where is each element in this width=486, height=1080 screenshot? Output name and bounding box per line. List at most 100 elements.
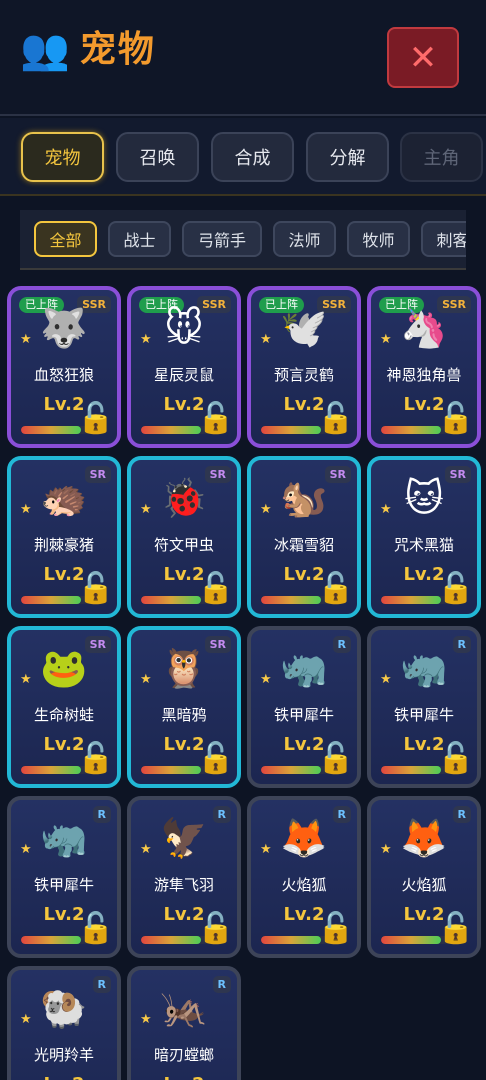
- unlock-icon[interactable]: 🔓: [317, 402, 354, 436]
- level-progress-fill: [141, 936, 202, 944]
- filter-priest[interactable]: 牧师: [347, 221, 410, 257]
- pet-card[interactable]: SR 🐸 ★ 生命树蛙 Lv.2 🔓: [7, 626, 121, 788]
- pet-name: 黑暗鸦: [161, 706, 207, 724]
- star-icon: ★: [380, 842, 392, 857]
- level-progress-fill: [261, 936, 322, 944]
- star-icon: ★: [260, 502, 272, 517]
- unlock-icon[interactable]: 🔓: [437, 402, 474, 436]
- unlock-icon[interactable]: 🔓: [77, 402, 114, 436]
- pet-level: Lv.2: [11, 1074, 117, 1080]
- filter-assassin[interactable]: 刺客: [421, 221, 466, 257]
- pet-card[interactable]: R🐏★光明羚羊Lv.2🔓: [7, 966, 121, 1080]
- pet-card[interactable]: 已上阵 SSR 🕊️ ★ 预言灵鹤 Lv.2 🔓: [247, 286, 361, 448]
- class-filter-bar: 全部 战士 弓箭手 法师 牧师 刺客: [20, 210, 466, 270]
- unlock-icon[interactable]: 🔓: [77, 912, 114, 946]
- pet-card[interactable]: R 🦏 ★ 铁甲犀牛 Lv.2 🔓: [367, 626, 481, 788]
- pet-card[interactable]: R 🦏 ★ 铁甲犀牛 Lv.2 🔓: [247, 626, 361, 788]
- level-progress-fill: [21, 596, 82, 604]
- close-button[interactable]: ✕: [387, 27, 459, 88]
- pet-name: 咒术黑猫: [393, 536, 454, 554]
- star-icon: ★: [260, 672, 272, 687]
- unlock-icon[interactable]: 🔓: [437, 572, 474, 606]
- star-icon: ★: [20, 332, 32, 347]
- filter-mage[interactable]: 法师: [273, 221, 336, 257]
- star-icon: ★: [20, 502, 32, 517]
- star-icon: ★: [140, 842, 152, 857]
- page-title: 👥 宠物: [20, 28, 156, 72]
- pet-card[interactable]: SR 🦔 ★ 荆棘豪猪 Lv.2 🔓: [7, 456, 121, 618]
- tab-pets[interactable]: 宠物: [21, 132, 104, 182]
- unlock-icon[interactable]: 🔓: [197, 912, 234, 946]
- pet-card[interactable]: R🦗★暗刃螳螂Lv.2🔓: [127, 966, 241, 1080]
- unlock-icon[interactable]: 🔓: [197, 742, 234, 776]
- pet-name: 铁甲犀牛: [273, 706, 334, 724]
- pet-card[interactable]: R 🦏 ★ 铁甲犀牛 Lv.2 🔓: [7, 796, 121, 958]
- pets-group-icon: 👥: [20, 27, 70, 73]
- pet-card[interactable]: SR 🦉 ★ 黑暗鸦 Lv.2 🔓: [127, 626, 241, 788]
- unlock-icon[interactable]: 🔓: [437, 742, 474, 776]
- star-icon: ★: [140, 1012, 152, 1027]
- star-icon: ★: [260, 332, 272, 347]
- pet-name: 游隼飞羽: [153, 876, 214, 894]
- pet-card[interactable]: 已上阵 SSR 🐺 ★ 血怒狂狼 Lv.2 🔓: [7, 286, 121, 448]
- pet-name: 血怒狂狼: [33, 366, 94, 384]
- header: 👥 宠物 ✕: [0, 0, 486, 116]
- level-progress-fill: [141, 426, 202, 434]
- pet-card[interactable]: R 🦊 ★ 火焰狐 Lv.2 🔓: [247, 796, 361, 958]
- level-progress-fill: [261, 766, 322, 774]
- level-progress-fill: [381, 426, 442, 434]
- pet-name: 光明羚羊: [33, 1046, 94, 1064]
- tab-summon[interactable]: 召唤: [116, 132, 199, 182]
- pet-card[interactable]: SR 🐿️ ★ 冰霜雪貂 Lv.2 🔓: [247, 456, 361, 618]
- pet-card[interactable]: SR 🐞 ★ 符文甲虫 Lv.2 🔓: [127, 456, 241, 618]
- pet-name: 铁甲犀牛: [33, 876, 94, 894]
- level-progress-fill: [261, 426, 322, 434]
- filter-warrior[interactable]: 战士: [108, 221, 171, 257]
- pet-name: 荆棘豪猪: [33, 536, 94, 554]
- pet-name: 火焰狐: [281, 876, 327, 894]
- pet-name: 铁甲犀牛: [393, 706, 454, 724]
- level-progress-fill: [21, 766, 82, 774]
- star-icon: ★: [380, 672, 392, 687]
- tab-merge[interactable]: 合成: [211, 132, 294, 182]
- star-icon: ★: [140, 332, 152, 347]
- unlock-icon[interactable]: 🔓: [437, 912, 474, 946]
- level-progress-fill: [381, 936, 442, 944]
- unlock-icon[interactable]: 🔓: [197, 572, 234, 606]
- pet-card[interactable]: R 🦅 ★ 游隼飞羽 Lv.2 🔓: [127, 796, 241, 958]
- pet-name: 预言灵鹤: [273, 366, 334, 384]
- star-icon: ★: [140, 502, 152, 517]
- level-progress-fill: [261, 596, 322, 604]
- tab-hero[interactable]: 主角: [400, 132, 483, 182]
- pet-name: 神恩独角兽: [386, 366, 462, 384]
- tab-decompose[interactable]: 分解: [306, 132, 389, 182]
- pet-level: Lv.2: [131, 1074, 237, 1080]
- filter-all[interactable]: 全部: [34, 221, 97, 257]
- level-progress-fill: [21, 426, 82, 434]
- close-icon: ✕: [408, 37, 438, 78]
- pet-card[interactable]: 已上阵 SSR 🦄 ★ 神恩独角兽 Lv.2 🔓: [367, 286, 481, 448]
- pet-card[interactable]: R 🦊 ★ 火焰狐 Lv.2 🔓: [367, 796, 481, 958]
- pet-card[interactable]: SR 🐱 ★ 咒术黑猫 Lv.2 🔓: [367, 456, 481, 618]
- pet-name: 符文甲虫: [153, 536, 214, 554]
- unlock-icon[interactable]: 🔓: [317, 912, 354, 946]
- star-icon: ★: [260, 842, 272, 857]
- unlock-icon[interactable]: 🔓: [317, 742, 354, 776]
- star-icon: ★: [20, 1012, 32, 1027]
- star-icon: ★: [20, 672, 32, 687]
- unlock-icon[interactable]: 🔓: [77, 572, 114, 606]
- main-tabs: 宠物 召唤 合成 分解 主角: [0, 118, 486, 196]
- level-progress-fill: [141, 766, 202, 774]
- level-progress-fill: [141, 596, 202, 604]
- pet-name: 星辰灵鼠: [153, 366, 214, 384]
- filter-archer[interactable]: 弓箭手: [182, 221, 262, 257]
- pet-name: 冰霜雪貂: [273, 536, 334, 554]
- pet-card[interactable]: 已上阵 SSR 🐭 ★ 星辰灵鼠 Lv.2 🔓: [127, 286, 241, 448]
- star-icon: ★: [20, 842, 32, 857]
- star-icon: ★: [140, 672, 152, 687]
- unlock-icon[interactable]: 🔓: [197, 402, 234, 436]
- title-text: 宠物: [79, 29, 156, 70]
- unlock-icon[interactable]: 🔓: [317, 572, 354, 606]
- unlock-icon[interactable]: 🔓: [77, 742, 114, 776]
- level-progress-fill: [21, 936, 82, 944]
